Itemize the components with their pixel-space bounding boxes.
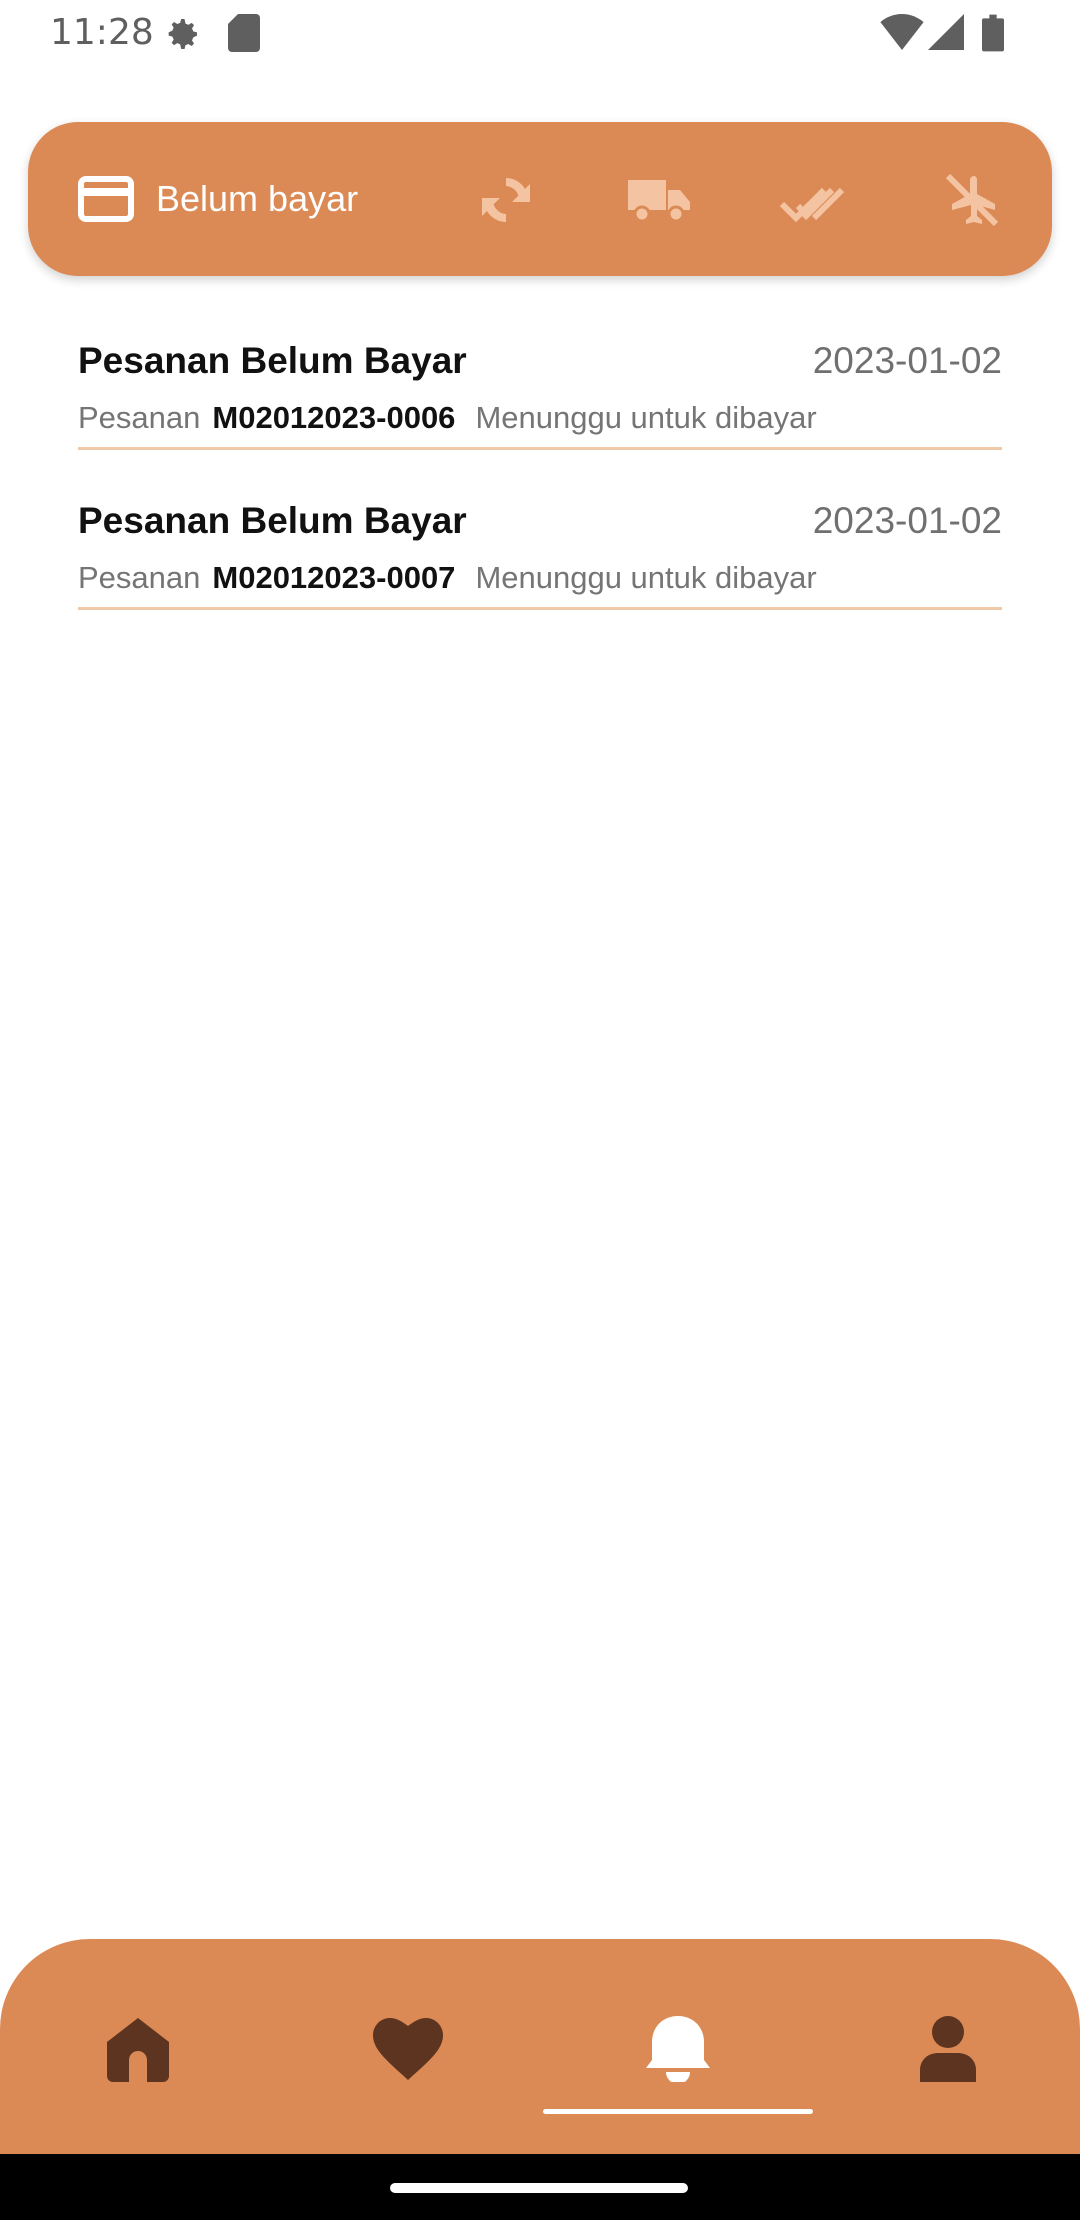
bottom-navigation xyxy=(0,1939,1080,2154)
order-title: Pesanan Belum Bayar xyxy=(78,340,467,381)
truck-icon[interactable] xyxy=(626,172,692,228)
order-code: M02012023-0006 xyxy=(212,400,456,435)
order-detail-line: Pesanan M02012023-0006 Menunggu untuk di… xyxy=(78,400,817,436)
home-icon xyxy=(107,2018,169,2082)
cancel-flight-icon[interactable] xyxy=(942,172,1002,228)
nav-home[interactable] xyxy=(98,2009,178,2089)
nav-favorites[interactable] xyxy=(368,2009,448,2089)
active-nav-indicator xyxy=(543,2109,813,2114)
system-gesture-bar xyxy=(0,2154,1080,2220)
order-divider xyxy=(78,607,1002,610)
order-detail-line: Pesanan M02012023-0007 Menunggu untuk di… xyxy=(78,560,817,596)
order-item[interactable]: Pesanan Belum Bayar 2023-01-02 Pesanan M… xyxy=(0,460,1080,620)
nav-profile[interactable] xyxy=(908,2009,988,2089)
order-date: 2023-01-02 xyxy=(812,340,1002,381)
battery-icon xyxy=(982,14,1004,52)
status-time: 11:28 xyxy=(50,12,154,53)
order-item[interactable]: Pesanan Belum Bayar 2023-01-02 Pesanan M… xyxy=(0,300,1080,460)
wifi-icon xyxy=(880,14,924,50)
signal-icon xyxy=(928,14,964,50)
order-prefix: Pesanan xyxy=(78,400,201,435)
tab-belum-bayar-label: Belum bayar xyxy=(156,178,359,219)
order-status-tab-bar: Belum bayar xyxy=(28,122,1052,276)
order-status: Menunggu untuk dibayar xyxy=(475,400,817,435)
credit-card-icon xyxy=(78,176,134,222)
double-check-icon[interactable] xyxy=(780,172,846,228)
nav-notifications[interactable] xyxy=(638,2009,718,2089)
order-status: Menunggu untuk dibayar xyxy=(475,560,817,595)
order-date: 2023-01-02 xyxy=(812,500,1002,541)
order-code: M02012023-0007 xyxy=(212,560,456,595)
person-icon xyxy=(920,2016,976,2082)
order-prefix: Pesanan xyxy=(78,560,201,595)
tab-belum-bayar[interactable]: Belum bayar xyxy=(78,122,358,276)
sd-card-icon xyxy=(228,14,260,52)
order-title: Pesanan Belum Bayar xyxy=(78,500,467,541)
status-bar: 11:28 xyxy=(0,0,1080,66)
refresh-icon[interactable] xyxy=(476,172,536,228)
order-list: Pesanan Belum Bayar 2023-01-02 Pesanan M… xyxy=(0,300,1080,620)
heart-icon xyxy=(373,2018,443,2080)
order-divider xyxy=(78,447,1002,450)
settings-gear-icon xyxy=(168,19,197,49)
home-gesture-handle[interactable] xyxy=(390,2183,688,2193)
bell-icon xyxy=(646,2016,710,2082)
